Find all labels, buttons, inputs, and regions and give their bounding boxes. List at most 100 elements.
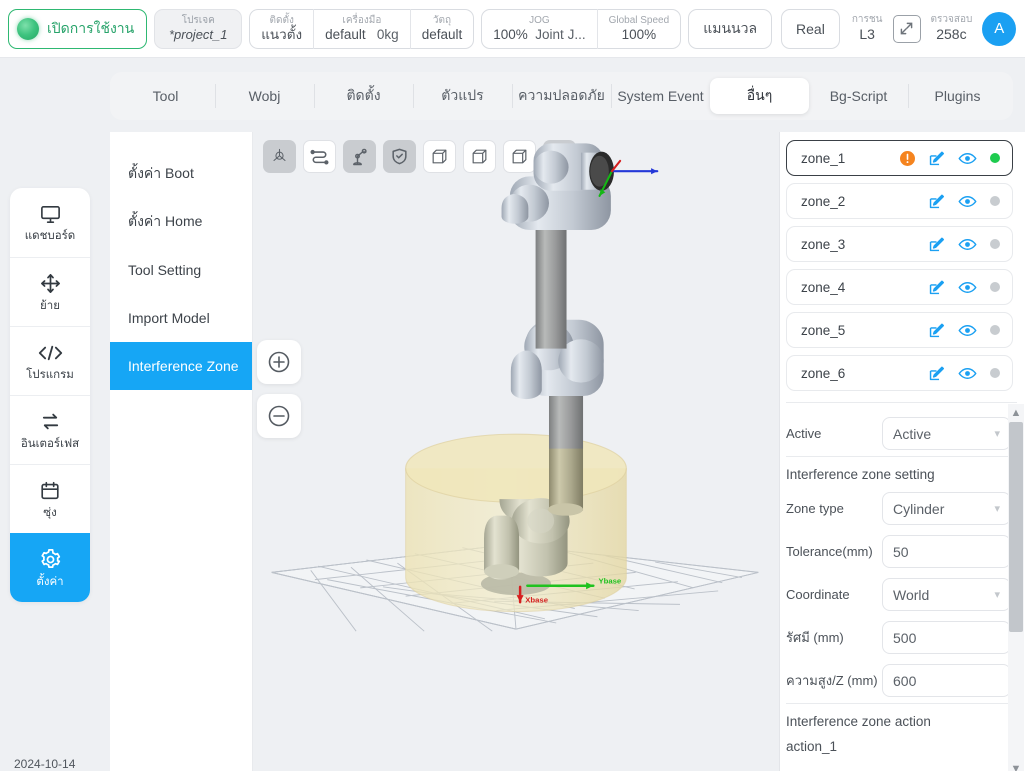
- visibility-icon[interactable]: [958, 235, 977, 254]
- tab-plugins[interactable]: Plugins: [908, 78, 1007, 114]
- zone-type-select[interactable]: Cylinder ▾: [882, 492, 1011, 525]
- robot-wrist: [533, 143, 614, 191]
- panel-scrollbar[interactable]: ▲ ▼: [1008, 404, 1024, 771]
- jog-mode: Joint J...: [535, 26, 586, 42]
- jog-cell[interactable]: JOG 100% Joint J...: [482, 9, 596, 49]
- zone-enabled-indicator[interactable]: [990, 239, 1000, 249]
- sidebar-item-dashboard[interactable]: แดชบอร์ด: [10, 188, 90, 257]
- active-select[interactable]: Active ▾: [882, 417, 1011, 450]
- tab-other[interactable]: อื่นๆ: [710, 78, 809, 114]
- avatar[interactable]: A: [982, 11, 1017, 46]
- clock-date: 2024-10-14: [14, 757, 76, 771]
- sidebar-item-program[interactable]: โปรแกรม: [10, 326, 90, 395]
- edit-icon[interactable]: [928, 150, 945, 167]
- zone-enabled-indicator[interactable]: [990, 368, 1000, 378]
- payload-cell[interactable]: วัตถุ default: [409, 8, 474, 49]
- tool-weight: 0kg: [376, 26, 399, 42]
- speed-group: JOG 100% Joint J... Global Speed 100%: [481, 8, 682, 49]
- zone-enabled-indicator[interactable]: [990, 196, 1000, 206]
- visibility-icon[interactable]: [958, 149, 977, 168]
- visibility-icon[interactable]: [958, 321, 977, 340]
- code-icon: [38, 341, 63, 365]
- sidebar-label-dashboard: แดชบอร์ด: [24, 230, 76, 242]
- collision-level-indicator[interactable]: การชน L3: [849, 14, 886, 43]
- check-caption: ตรวจสอบ: [930, 14, 973, 25]
- install-mode-cell[interactable]: ติดตั้ง แนวตั้ง: [250, 9, 313, 49]
- visibility-icon[interactable]: [958, 278, 977, 297]
- tab-install[interactable]: ติดตั้ง: [314, 78, 413, 114]
- submenu-item-home-setting[interactable]: ตั้งค่า Home: [110, 198, 252, 246]
- edit-icon[interactable]: [928, 193, 945, 210]
- sidebar-item-move[interactable]: ย้าย: [10, 257, 90, 326]
- zone-list-item[interactable]: zone_2: [786, 183, 1013, 219]
- tool-caption: เครื่องมือ: [342, 14, 382, 26]
- interference-zone-panel: zone_1 zone_2 zone_3 zone_4 zone_5 zone_…: [780, 132, 1025, 771]
- tab-tool[interactable]: Tool: [116, 78, 215, 114]
- zone-settings-form: Active Active ▾ Interference zone settin…: [780, 403, 1025, 771]
- global-speed-cell[interactable]: Global Speed 100%: [596, 8, 681, 49]
- zone-list-item[interactable]: zone_3: [786, 226, 1013, 262]
- visibility-icon[interactable]: [958, 364, 977, 383]
- active-field-row: Active Active ▾: [786, 413, 1011, 454]
- submenu-item-boot-setting[interactable]: ตั้งค่า Boot: [110, 150, 252, 198]
- sidebar-label-move: ย้าย: [40, 299, 60, 312]
- settings-submenu: ตั้งค่า Boot ตั้งค่า Home Tool Setting I…: [110, 132, 253, 771]
- tab-variables[interactable]: ตัวแปร: [413, 78, 512, 114]
- zone-list-item[interactable]: zone_1: [786, 140, 1013, 176]
- payload-value: default: [421, 26, 463, 42]
- zone-list-item[interactable]: zone_5: [786, 312, 1013, 348]
- sidebar-item-log[interactable]: ซุ่ง: [10, 464, 90, 533]
- enable-servo-button[interactable]: เปิดการใช้งาน: [8, 8, 148, 49]
- sidebar-item-settings[interactable]: ตั้งค่า: [10, 533, 90, 602]
- sidebar-label-settings: ตั้งค่า: [36, 575, 64, 588]
- scroll-down-icon[interactable]: ▼: [1011, 760, 1022, 771]
- coordinate-select[interactable]: World ▾: [882, 578, 1011, 611]
- scroll-up-icon[interactable]: ▲: [1011, 404, 1022, 422]
- submenu-item-import-model[interactable]: Import Model: [110, 294, 252, 342]
- sidebar-item-interface[interactable]: อินเตอร์เฟส: [10, 395, 90, 464]
- robot-3d-viewport[interactable]: Ybase Xbase: [253, 132, 780, 771]
- tab-system-event[interactable]: System Event: [611, 78, 710, 114]
- active-value: Active: [893, 425, 932, 442]
- submenu-item-tool-setting[interactable]: Tool Setting: [110, 246, 252, 294]
- manual-mode-button[interactable]: แมนนวล: [688, 8, 773, 49]
- edit-icon[interactable]: [928, 236, 945, 253]
- edit-icon[interactable]: [928, 322, 945, 339]
- coordinate-value: World: [893, 586, 930, 603]
- height-input[interactable]: 600: [882, 664, 1011, 697]
- edit-icon[interactable]: [928, 279, 945, 296]
- edit-icon[interactable]: [928, 365, 945, 382]
- move-arrows-icon: [39, 272, 62, 296]
- global-speed-caption: Global Speed: [608, 14, 670, 26]
- real-mode-button[interactable]: Real: [781, 8, 840, 49]
- tolerance-input[interactable]: 50: [882, 535, 1011, 568]
- zone-name: zone_6: [801, 365, 846, 381]
- tab-wobj[interactable]: Wobj: [215, 78, 314, 114]
- zone-enabled-indicator[interactable]: [990, 325, 1000, 335]
- project-selector[interactable]: โปรเจค *project_1: [154, 8, 243, 49]
- tab-bg-script[interactable]: Bg-Script: [809, 78, 908, 114]
- zone-list: zone_1 zone_2 zone_3 zone_4 zone_5 zone_…: [780, 132, 1025, 398]
- tab-safety[interactable]: ความปลอดภัย: [512, 78, 611, 114]
- calendar-icon: [39, 479, 61, 503]
- visibility-icon[interactable]: [958, 192, 977, 211]
- zone-list-item[interactable]: zone_6: [786, 355, 1013, 391]
- expand-icon[interactable]: [892, 14, 921, 43]
- jog-caption: JOG: [529, 14, 550, 26]
- check-status-indicator[interactable]: ตรวจสอบ 258c: [928, 14, 976, 43]
- scroll-thumb[interactable]: [1009, 422, 1023, 632]
- zone-list-item[interactable]: zone_4: [786, 269, 1013, 305]
- zone-enabled-indicator[interactable]: [990, 282, 1000, 292]
- system-clock: 2024-10-14 16:56:44: [14, 756, 75, 771]
- tool-cell[interactable]: เครื่องมือ default 0kg: [313, 8, 410, 49]
- radius-input[interactable]: 500: [882, 621, 1011, 654]
- zone-action-value: action_1: [786, 739, 838, 754]
- coordinate-field-row: Coordinate World ▾: [786, 574, 1011, 615]
- zone-name: zone_5: [801, 322, 846, 338]
- sidebar-label-interface: อินเตอร์เฟส: [20, 437, 80, 450]
- submenu-item-interference-zone[interactable]: Interference Zone: [110, 342, 252, 390]
- scroll-track[interactable]: [1009, 422, 1023, 760]
- chevron-down-icon: ▾: [994, 589, 1000, 601]
- zone-enabled-indicator[interactable]: [990, 153, 1000, 163]
- chevron-down-icon: ▾: [994, 428, 1000, 440]
